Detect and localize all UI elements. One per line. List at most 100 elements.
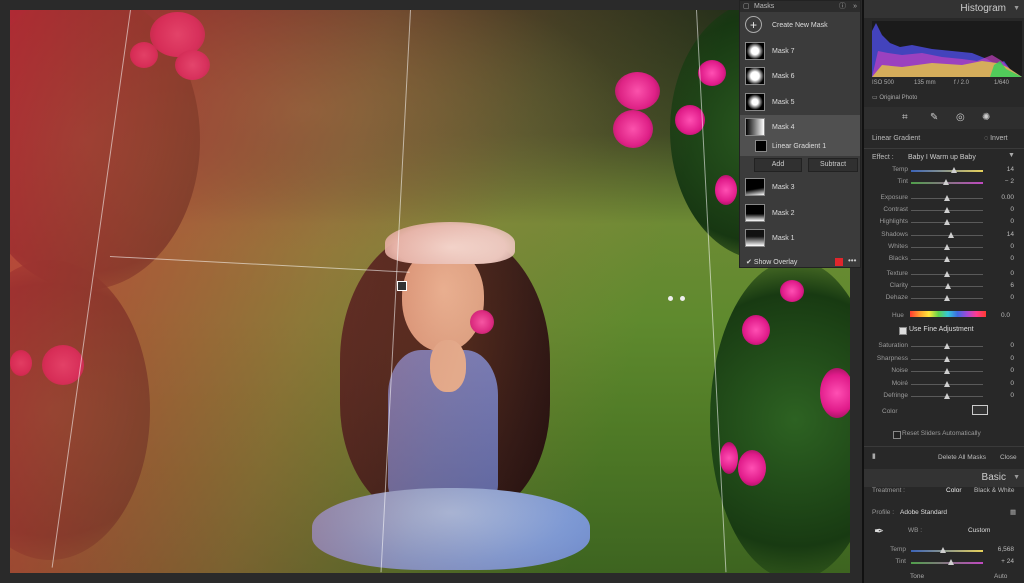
mask-item[interactable]: Mask 3 (740, 175, 860, 200)
show-overlay-toggle[interactable]: ✔ Show Overlay (746, 258, 797, 266)
wb-dropdown[interactable]: Custom (968, 527, 990, 534)
slider-value[interactable]: 6 (1010, 282, 1014, 289)
masks-title: Masks (754, 3, 775, 10)
basic-header[interactable]: Basic ▼ (864, 469, 1024, 487)
histogram-svg (872, 23, 1022, 77)
slider-value[interactable]: 0 (1010, 367, 1014, 374)
slider-knob[interactable] (944, 295, 950, 301)
treatment-color-option[interactable]: Color (946, 487, 962, 494)
masking-icon[interactable]: ✺ (982, 112, 990, 123)
handle-dot[interactable] (668, 296, 673, 301)
linear-gradient-component[interactable]: Linear Gradient 1 (740, 138, 860, 156)
reset-sliders-checkbox[interactable] (893, 431, 901, 439)
slider-knob[interactable] (944, 271, 950, 277)
temp-value[interactable]: 6,568 (998, 546, 1014, 553)
create-new-mask-button[interactable]: + Create New Mask (740, 13, 860, 38)
slider-label: Texture (886, 270, 908, 277)
healing-icon[interactable]: ✎ (930, 112, 938, 123)
slider-value[interactable]: 0 (1010, 270, 1014, 277)
slider-track[interactable] (911, 170, 983, 172)
profile-dropdown[interactable]: Adobe Standard (900, 509, 947, 516)
gradient-pin[interactable] (397, 281, 407, 291)
slider-value[interactable]: 14 (1007, 231, 1014, 238)
mask-item[interactable]: Mask 1 (740, 226, 860, 251)
fine-adjust-checkbox[interactable] (899, 327, 907, 335)
slider-value[interactable]: 0 (1010, 206, 1014, 213)
slider-value[interactable]: − 2 (1005, 178, 1014, 185)
mask-item[interactable]: Mask 7 (740, 39, 860, 64)
subtract-button[interactable]: Subtract (808, 158, 858, 172)
slider-row-clarity: Clarity 6 (864, 281, 1024, 292)
tint-track[interactable] (911, 562, 983, 564)
mask-toggle-icon[interactable]: ▮ (872, 452, 876, 460)
treatment-bw-option[interactable]: Black & White (974, 487, 1014, 494)
effect-preset-dropdown[interactable]: Baby I Warm up Baby (908, 154, 976, 161)
slider-value[interactable]: 0 (1010, 255, 1014, 262)
slider-knob[interactable] (944, 219, 950, 226)
gradient-thumbnail (755, 140, 767, 152)
slider-value[interactable]: 14 (1007, 166, 1014, 173)
slider-value[interactable]: 0 (1010, 392, 1014, 399)
slider-value[interactable]: 0 (1010, 355, 1014, 362)
temp-knob[interactable] (940, 547, 946, 553)
close-button[interactable]: Close (1000, 454, 1017, 461)
temp-track[interactable] (911, 550, 983, 552)
photo-canvas[interactable] (0, 0, 862, 583)
slider-value[interactable]: 0 (1010, 294, 1014, 301)
slider-label: Defringe (883, 392, 908, 399)
slider-value[interactable]: 0.00 (1001, 194, 1014, 201)
slider-value[interactable]: 0 (1010, 218, 1014, 225)
white-balance-picker-icon[interactable]: ✒ (874, 524, 884, 538)
slider-knob[interactable] (944, 343, 950, 349)
add-button[interactable]: Add (754, 158, 802, 172)
handle-dot[interactable] (680, 296, 685, 301)
slider-knob[interactable] (944, 368, 950, 374)
effect-disclosure-icon[interactable]: ▼ (1008, 152, 1015, 159)
more-options-icon[interactable]: ••• (848, 256, 856, 265)
slider-row-defringe: Defringe 0 (864, 391, 1024, 402)
reset-sliders-label: Reset Sliders Automatically (902, 430, 981, 437)
slider-knob[interactable] (945, 283, 952, 289)
slider-knob[interactable] (944, 207, 950, 214)
slider-row-noise: Noise 0 (864, 366, 1024, 377)
slider-label: Highlights (879, 218, 908, 226)
slider-label: Tint (897, 178, 908, 185)
help-icon[interactable]: ⓘ (839, 1, 846, 12)
hue-slider[interactable] (910, 311, 986, 317)
invert-toggle[interactable]: ◌ Invert (984, 135, 1008, 142)
masks-panel-header: Masks ▢ ⓘ » (740, 1, 860, 12)
slider-knob[interactable] (947, 231, 954, 238)
color-swatch-picker[interactable] (972, 405, 988, 415)
slider-knob[interactable] (944, 243, 950, 250)
mask-item-selected[interactable]: Mask 4 (740, 115, 860, 140)
slider-knob[interactable] (942, 179, 949, 185)
original-photo-toggle[interactable]: ▭ Original Photo (872, 94, 917, 101)
overlay-color-swatch[interactable] (835, 258, 843, 266)
slider-knob[interactable] (944, 195, 950, 201)
slider-knob[interactable] (944, 380, 950, 387)
mask-item[interactable]: Mask 2 (740, 201, 860, 226)
component-label: Linear Gradient 1 (772, 143, 827, 150)
histogram-header[interactable]: Histogram ▼ (864, 0, 1024, 18)
slider-value[interactable]: 0 (1010, 342, 1014, 349)
mask-item[interactable]: Mask 6 (740, 64, 860, 89)
mask-item[interactable]: Mask 5 (740, 90, 860, 115)
collapse-icon[interactable]: » (853, 1, 857, 12)
collapse-triangle-icon: ▼ (1013, 5, 1020, 12)
profile-browser-icon[interactable]: ▦ (1010, 508, 1016, 516)
slider-row-tint: Tint − 2 (864, 177, 1024, 188)
slider-value[interactable]: 0 (1010, 380, 1014, 387)
delete-all-masks-button[interactable]: Delete All Masks (938, 454, 986, 461)
slider-knob[interactable] (944, 355, 950, 362)
auto-button[interactable]: Auto (994, 573, 1007, 580)
tint-value[interactable]: + 24 (1001, 558, 1014, 565)
iso-value: ISO 500 (872, 80, 895, 86)
slider-knob[interactable] (944, 393, 950, 399)
slider-value[interactable]: 0 (1010, 243, 1014, 250)
red-eye-icon[interactable]: ◎ (956, 112, 965, 123)
slider-knob[interactable] (951, 167, 958, 173)
tint-knob[interactable] (948, 559, 954, 565)
crop-icon[interactable]: ⌗ (902, 112, 908, 123)
slider-knob[interactable] (944, 256, 950, 262)
masks-panel: Masks ▢ ⓘ » + Create New Mask Mask 7 Mas… (739, 0, 861, 268)
